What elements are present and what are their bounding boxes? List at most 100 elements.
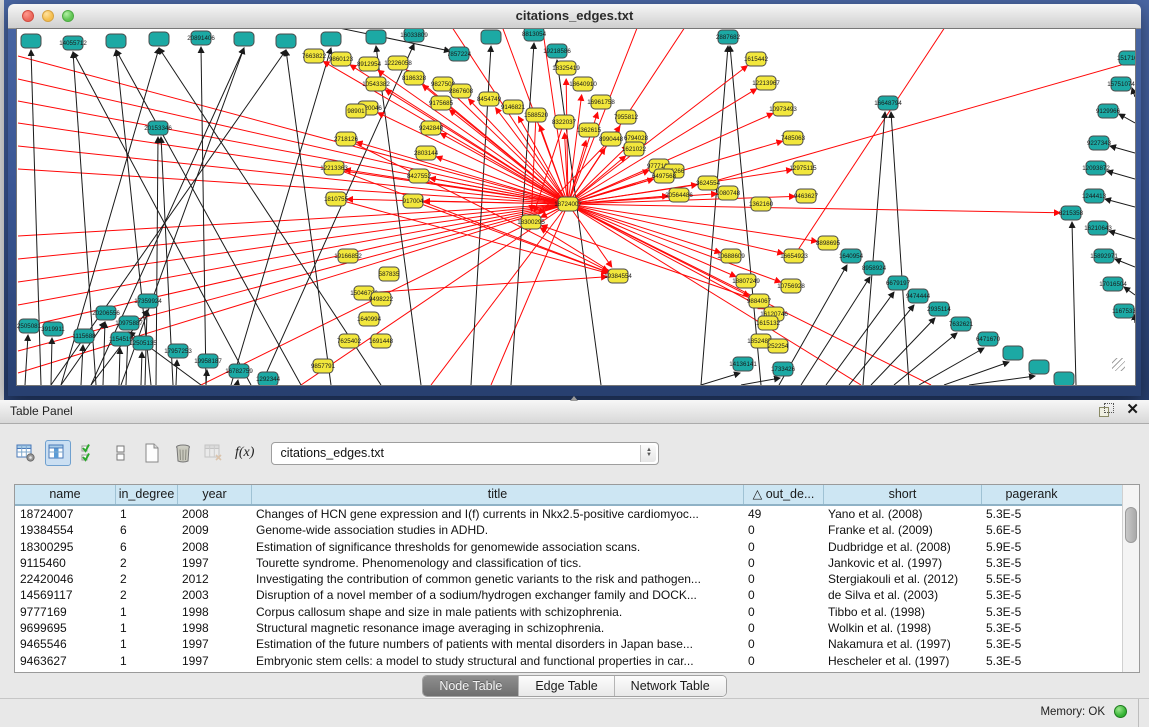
table-panel: Table Panel ✕ f(x) citations_edges.t xyxy=(0,400,1149,727)
node-label: 1244413 xyxy=(1082,193,1107,200)
table-row[interactable]: 2242004622012Investigating the contribut… xyxy=(15,571,1139,587)
table-cell: 5.3E-5 xyxy=(981,636,1081,652)
node-label: 1588520 xyxy=(524,112,549,119)
node-label: 98901 xyxy=(347,108,365,115)
network-node[interactable] xyxy=(106,34,126,48)
row-options-button[interactable] xyxy=(109,441,133,465)
tab-edge-table[interactable]: Edge Table xyxy=(518,676,613,696)
column-header-pagerank[interactable]: pagerank xyxy=(981,485,1081,504)
table-cell: Disruption of a novel member of a sodium… xyxy=(251,587,743,603)
table-cell: 0 xyxy=(743,571,823,587)
node-label: 17957253 xyxy=(164,348,192,355)
column-header-title[interactable]: title xyxy=(251,485,743,504)
table-row[interactable]: 911546021997Tourette syndrome. Phenomeno… xyxy=(15,555,1139,571)
delete-columns-button[interactable] xyxy=(202,441,226,465)
table-cell: 0 xyxy=(743,604,823,620)
node-label: 10543382 xyxy=(362,81,390,88)
select-columns-button[interactable] xyxy=(78,441,102,465)
table-cell: 5.3E-5 xyxy=(981,653,1081,669)
column-header-year[interactable]: year xyxy=(177,485,251,504)
node-label: 1640994 xyxy=(357,316,382,323)
network-node[interactable] xyxy=(149,32,169,46)
table-row[interactable]: 1938455462009Genome-wide association stu… xyxy=(15,522,1139,538)
network-canvas[interactable]: 1405571220891406160338097857224881305419… xyxy=(16,28,1136,386)
node-label: 16782759 xyxy=(225,368,253,375)
network-edge xyxy=(141,352,142,385)
table-cell: 0 xyxy=(743,653,823,669)
network-node[interactable] xyxy=(366,30,386,44)
table-cell: 1997 xyxy=(177,555,251,571)
node-label: 2803144 xyxy=(414,150,439,157)
function-builder-button[interactable]: f(x) xyxy=(235,445,254,461)
column-header-short[interactable]: short xyxy=(823,485,981,504)
resize-grip-icon[interactable] xyxy=(1112,358,1125,371)
table-cell: de Silva et al. (2003) xyxy=(823,587,981,603)
table-cell: 6 xyxy=(115,522,177,538)
table-row[interactable]: 1872400712008Changes of HCN gene express… xyxy=(15,506,1139,522)
table-cell: 2009 xyxy=(177,522,251,538)
table-body: 18724007 1 2008 Changes of HCN gene express… xyxy=(15,506,1139,669)
window-titlebar[interactable]: citations_edges.txt xyxy=(8,4,1141,29)
network-edge xyxy=(919,348,984,385)
table-row[interactable]: 1830029562008Estimation of significance … xyxy=(15,539,1139,555)
table-row[interactable]: 977716911998Corpus callosum shape and si… xyxy=(15,604,1139,620)
network-edge xyxy=(1110,146,1135,153)
table-cell: 2 xyxy=(115,571,177,587)
show-columns-button[interactable] xyxy=(45,440,71,466)
table-cell: 2008 xyxy=(177,539,251,555)
table-cell: Stergiakouli et al. (2012) xyxy=(823,571,981,587)
table-cell: 1 xyxy=(115,604,177,620)
node-label: 20891406 xyxy=(187,35,215,42)
node-label: 6794028 xyxy=(624,135,649,142)
column-header-in_degree[interactable]: in_degree xyxy=(115,485,177,504)
network-node[interactable] xyxy=(481,30,501,44)
table-cell: 9463627 xyxy=(15,653,115,669)
node-label: 19166852 xyxy=(334,253,362,260)
node-label: 1167533 xyxy=(1112,308,1135,315)
network-node[interactable] xyxy=(321,32,341,46)
table-cell: 2003 xyxy=(177,587,251,603)
close-panel-icon[interactable]: ✕ xyxy=(1126,403,1139,417)
table-row[interactable]: 969969511998Structural magnetic resonanc… xyxy=(15,620,1139,636)
tab-node-table[interactable]: Node Table xyxy=(423,676,518,696)
table-cell: 18724007 xyxy=(15,506,115,522)
memory-status-indicator[interactable] xyxy=(1114,705,1127,718)
network-node[interactable] xyxy=(1029,360,1049,374)
table-cell: Changes of HCN gene expression and I(f) … xyxy=(251,506,743,522)
node-label: 1810755 xyxy=(324,196,349,203)
network-node[interactable] xyxy=(234,32,254,46)
node-label: 9227343 xyxy=(1087,140,1112,147)
table-cell: Jankovic et al. (1997) xyxy=(823,555,981,571)
node-label: 1640954 xyxy=(839,253,864,260)
scrollbar-thumb[interactable] xyxy=(1125,507,1137,543)
node-label: 1517107 xyxy=(1117,55,1135,62)
node-label: 1362615 xyxy=(577,127,602,134)
table-selector-dropdown[interactable]: citations_edges.txt ▲▼ xyxy=(271,442,659,465)
tab-network-table[interactable]: Network Table xyxy=(614,676,726,696)
node-label: 6471670 xyxy=(976,336,1001,343)
network-node[interactable] xyxy=(1054,372,1074,385)
status-divider xyxy=(1138,699,1139,727)
column-header-name[interactable]: name xyxy=(15,485,115,504)
node-label: 7663822 xyxy=(302,53,327,60)
network-node[interactable] xyxy=(21,34,41,48)
network-edge xyxy=(568,204,1060,213)
table-row[interactable]: 946554611997Estimation of the future num… xyxy=(15,636,1139,652)
panel-splitter-handle[interactable] xyxy=(570,396,578,401)
network-node[interactable] xyxy=(276,34,296,48)
table-row[interactable]: 1456911722003Disruption of a novel membe… xyxy=(15,587,1139,603)
node-label: 2505081 xyxy=(17,323,42,330)
table-row[interactable]: 946362711997Embryonic stem cells: a mode… xyxy=(15,653,1139,669)
vertical-scrollbar[interactable] xyxy=(1122,485,1139,672)
column-header-out_de[interactable]: △ out_de... xyxy=(743,485,823,504)
delete-table-button[interactable] xyxy=(171,441,195,465)
table-cell: 1998 xyxy=(177,620,251,636)
table-cell: 0 xyxy=(743,620,823,636)
status-bar: Memory: OK xyxy=(0,698,1149,727)
table-cell: 2 xyxy=(115,587,177,603)
create-table-button[interactable] xyxy=(140,441,164,465)
network-edge xyxy=(31,50,41,385)
table-settings-button[interactable] xyxy=(14,441,38,465)
network-node[interactable] xyxy=(1003,346,1023,360)
float-panel-icon[interactable] xyxy=(1099,403,1114,417)
